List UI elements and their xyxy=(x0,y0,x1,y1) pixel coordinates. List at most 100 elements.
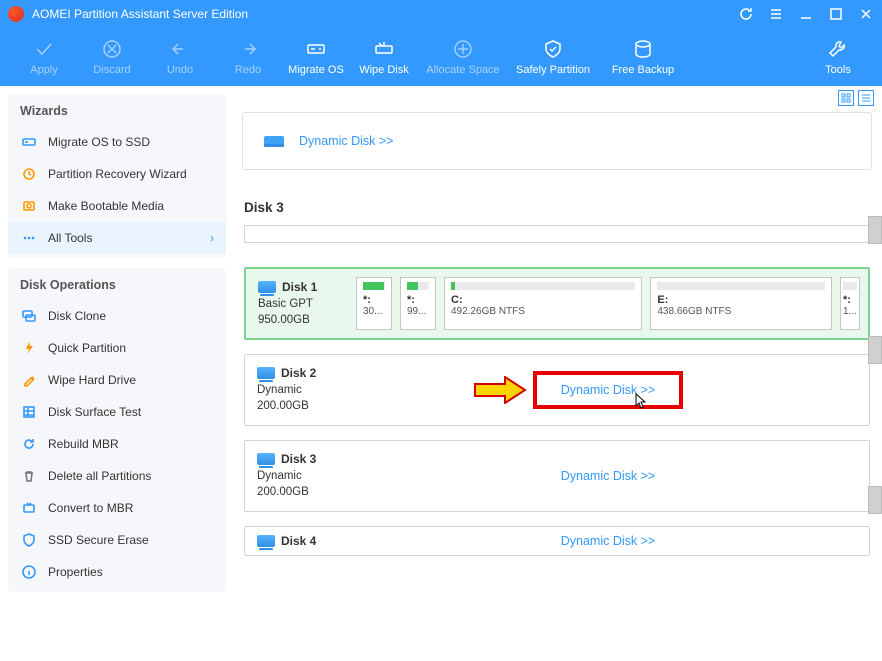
redo-button: Redo xyxy=(214,38,282,76)
quick-partition-icon xyxy=(20,339,38,357)
disk-row-disk1[interactable]: Disk 1 Basic GPT 950.00GB *:30... *:99..… xyxy=(244,267,870,340)
sidebar-item-bootable-media[interactable]: Make Bootable Media xyxy=(8,190,226,222)
sidebar-item-label: Rebuild MBR xyxy=(48,437,119,451)
partition-list: *:30... *:99... C:492.26GB NTFS E:438.66… xyxy=(348,269,868,338)
sidebar-item-disk-clone[interactable]: Disk Clone xyxy=(8,300,226,332)
sidebar-item-label: Wipe Hard Drive xyxy=(48,373,136,387)
disk-row-disk3[interactable]: Disk 3 Dynamic 200.00GB Dynamic Disk >> xyxy=(244,440,870,512)
check-icon xyxy=(33,38,55,60)
secure-erase-icon xyxy=(20,531,38,549)
discard-label: Discard xyxy=(93,64,130,76)
scroll-handle[interactable] xyxy=(868,486,882,514)
free-backup-button[interactable]: Free Backup xyxy=(598,38,688,76)
allocate-label: Allocate Space xyxy=(426,64,499,76)
disk-size: 200.00GB xyxy=(257,484,339,500)
tools-button[interactable]: Tools xyxy=(804,38,872,76)
maximize-button[interactable] xyxy=(828,6,844,22)
undo-button: Undo xyxy=(146,38,214,76)
bootable-icon xyxy=(20,197,38,215)
allocate-icon xyxy=(452,38,474,60)
sidebar-item-label: Make Bootable Media xyxy=(48,199,164,213)
disk-size: 950.00GB xyxy=(258,312,340,328)
sidebar-item-convert-mbr[interactable]: Convert to MBR xyxy=(8,492,226,524)
backup-icon xyxy=(632,38,654,60)
dynamic-partition-area: Dynamic Disk >> xyxy=(347,441,869,511)
view-grid-button[interactable] xyxy=(838,90,854,106)
disk-name: Disk 4 xyxy=(281,533,316,550)
redo-label: Redo xyxy=(235,64,261,76)
disk3-heading: Disk 3 xyxy=(244,200,870,215)
redo-icon xyxy=(237,38,259,60)
disk-type: Basic GPT xyxy=(258,296,340,312)
minimize-button[interactable] xyxy=(798,6,814,22)
disk-icon xyxy=(258,281,276,293)
sidebar-item-rebuild-mbr[interactable]: Rebuild MBR xyxy=(8,428,226,460)
dynamic-disk-link[interactable]: Dynamic Disk >> xyxy=(561,469,655,483)
rebuild-mbr-icon xyxy=(20,435,38,453)
partition[interactable]: *:30... xyxy=(356,277,392,330)
sidebar-item-migrate-os-ssd[interactable]: Migrate OS to SSD xyxy=(8,126,226,158)
wipe-disk-icon xyxy=(373,38,395,60)
sidebar-item-all-tools[interactable]: All Tools › xyxy=(8,222,226,254)
sidebar-item-wipe-hdd[interactable]: Wipe Hard Drive xyxy=(8,364,226,396)
disk-row-disk2[interactable]: Disk 2 Dynamic 200.00GB Dynamic Disk >> xyxy=(244,354,870,426)
disk-name: Disk 3 xyxy=(281,451,316,468)
partition-e[interactable]: E:438.66GB NTFS xyxy=(650,277,832,330)
sidebar-item-surface-test[interactable]: Disk Surface Test xyxy=(8,396,226,428)
sidebar-item-label: Properties xyxy=(48,565,103,579)
refresh-button[interactable] xyxy=(738,6,754,22)
scroll-handle[interactable] xyxy=(868,336,882,364)
dynamic-partition-area: Dynamic Disk >> xyxy=(347,355,869,425)
ssd-icon xyxy=(20,133,38,151)
wizards-title: Wizards xyxy=(8,94,226,126)
view-switcher xyxy=(838,90,874,106)
sidebar-item-properties[interactable]: Properties xyxy=(8,556,226,588)
app-logo-icon xyxy=(8,6,24,22)
chevron-right-icon: › xyxy=(210,231,214,245)
allocate-space-button: Allocate Space xyxy=(418,38,508,76)
tools-label: Tools xyxy=(825,64,851,76)
sidebar-item-quick-partition[interactable]: Quick Partition xyxy=(8,332,226,364)
migrate-os-button[interactable]: Migrate OS xyxy=(282,38,350,76)
sidebar-item-label: Delete all Partitions xyxy=(48,469,151,483)
sidebar-item-delete-all[interactable]: Delete all Partitions xyxy=(8,460,226,492)
undo-icon xyxy=(169,38,191,60)
disk-label: Disk 4 xyxy=(245,527,347,555)
properties-icon xyxy=(20,563,38,581)
view-list-button[interactable] xyxy=(858,90,874,106)
wipe-disk-button[interactable]: Wipe Disk xyxy=(350,38,418,76)
disk-label: Disk 3 Dynamic 200.00GB xyxy=(245,441,347,511)
partition[interactable]: *:99... xyxy=(400,277,436,330)
disk3-placeholder-bar xyxy=(244,225,870,243)
safely-partition-button[interactable]: Safely Partition xyxy=(508,38,598,76)
disk-icon xyxy=(257,367,275,379)
disk-label: Disk 1 Basic GPT 950.00GB xyxy=(246,269,348,338)
sidebar-item-label: Quick Partition xyxy=(48,341,126,355)
wrench-icon xyxy=(827,38,849,60)
shield-icon xyxy=(542,38,564,60)
sidebar-item-label: Disk Clone xyxy=(48,309,106,323)
convert-mbr-icon xyxy=(20,499,38,517)
recovery-icon xyxy=(20,165,38,183)
scroll-handle[interactable] xyxy=(868,216,882,244)
disk-operations-panel: Disk Operations Disk Clone Quick Partiti… xyxy=(8,268,226,592)
wizards-panel: Wizards Migrate OS to SSD Partition Reco… xyxy=(8,94,226,258)
close-button[interactable] xyxy=(858,6,874,22)
sidebar-item-secure-erase[interactable]: SSD Secure Erase xyxy=(8,524,226,556)
partition[interactable]: *:1... xyxy=(840,277,860,330)
disk-name: Disk 1 xyxy=(282,279,317,296)
disk-size: 200.00GB xyxy=(257,398,339,414)
partition-c[interactable]: C:492.26GB NTFS xyxy=(444,277,642,330)
sidebar-item-label: Convert to MBR xyxy=(48,501,133,515)
main-content: Dynamic Disk >> Disk 3 Disk 1 Basic GPT … xyxy=(234,86,882,661)
wipe-disk-label: Wipe Disk xyxy=(359,64,409,76)
delete-all-icon xyxy=(20,467,38,485)
dynamic-disk-link[interactable]: Dynamic Disk >> xyxy=(299,134,393,148)
apply-button: Apply xyxy=(10,38,78,76)
menu-button[interactable] xyxy=(768,6,784,22)
sidebar-item-partition-recovery[interactable]: Partition Recovery Wizard xyxy=(8,158,226,190)
disk-clone-icon xyxy=(20,307,38,325)
dynamic-disk-link[interactable]: Dynamic Disk >> xyxy=(561,534,655,548)
disk-row-disk4[interactable]: Disk 4 Dynamic Disk >> xyxy=(244,526,870,556)
free-backup-label: Free Backup xyxy=(612,64,674,76)
